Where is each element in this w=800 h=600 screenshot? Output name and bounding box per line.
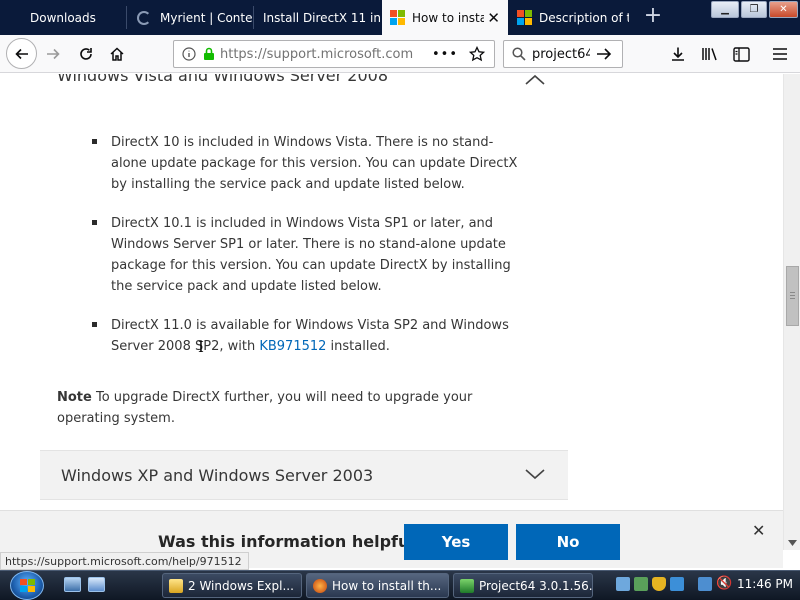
list-item-text: installed. xyxy=(326,339,390,354)
switch-windows-icon[interactable] xyxy=(88,577,105,592)
bookmark-star-icon xyxy=(469,46,486,62)
scroll-down-arrow-icon xyxy=(788,540,797,546)
scroll-thumb[interactable] xyxy=(786,266,799,326)
accordion-windows-xp[interactable]: Windows XP and Windows Server 2003 xyxy=(40,450,568,500)
page-content: Windows Vista and Windows Server 2008 Di… xyxy=(0,74,783,550)
close-feedback-icon[interactable]: ✕ xyxy=(752,521,765,540)
forward-arrow-icon xyxy=(47,48,60,60)
directx-bullet-list: DirectX 10 is included in Windows Vista.… xyxy=(90,132,520,357)
windows-logo-icon xyxy=(20,579,35,593)
library-icon xyxy=(702,48,717,61)
sidebar-icon xyxy=(732,46,750,62)
taskbar-project64[interactable]: Project64 3.0.1.56... xyxy=(453,573,593,598)
menu-button[interactable] xyxy=(765,39,795,69)
volume-muted-icon[interactable]: 🔇 xyxy=(716,577,732,591)
feedback-question: Was this information helpful? xyxy=(158,532,425,551)
minimize-button[interactable]: ▁ xyxy=(711,1,739,18)
show-desktop-icon[interactable] xyxy=(64,577,81,592)
back-arrow-icon xyxy=(14,48,28,59)
feedback-yes-button[interactable]: Yes xyxy=(404,524,508,560)
section-heading-xp[interactable]: Windows XP and Windows Server 2003 xyxy=(61,466,373,485)
folder-icon xyxy=(169,578,183,593)
search-go-arrow-icon xyxy=(597,48,612,60)
tab-how-to-install[interactable]: How to insta ✕ xyxy=(382,0,508,35)
note-paragraph: Note To upgrade DirectX further, you wil… xyxy=(57,387,537,429)
new-tab-button[interactable]: + xyxy=(640,4,666,30)
start-button[interactable] xyxy=(10,571,44,600)
tab-label: How to insta xyxy=(412,10,484,25)
search-icon xyxy=(512,47,526,61)
network-tray-icon[interactable] xyxy=(616,577,630,591)
vertical-scrollbar[interactable] xyxy=(783,74,800,550)
list-item: DirectX 10.1 is included in Windows Vist… xyxy=(90,213,520,297)
page-actions-icon[interactable]: ••• xyxy=(432,47,458,62)
note-label: Note xyxy=(57,390,92,405)
home-button[interactable] xyxy=(102,39,132,69)
forward-button[interactable] xyxy=(38,39,68,69)
network-status-icon[interactable] xyxy=(698,577,712,591)
chevron-down-icon[interactable] xyxy=(525,468,545,480)
tab-label: Myrient | Conte xyxy=(160,10,253,25)
section-heading-vista[interactable]: Windows Vista and Windows Server 2008 xyxy=(57,74,388,85)
taskbar-firefox[interactable]: How to install th... xyxy=(306,573,449,598)
tab-label: Description of th xyxy=(539,10,629,25)
hamburger-menu-icon xyxy=(773,48,787,60)
taskbar-clock[interactable]: 11:46 PM xyxy=(737,577,793,591)
library-button[interactable] xyxy=(695,39,725,69)
microsoft-logo-icon xyxy=(390,10,405,25)
home-icon xyxy=(110,47,124,61)
close-tab-icon[interactable]: ✕ xyxy=(487,9,500,27)
sidebar-button[interactable] xyxy=(726,39,756,69)
kb971512-link[interactable]: KB971512 xyxy=(259,339,326,354)
tab-myrient[interactable]: Myrient | Conte xyxy=(127,0,253,35)
list-item: DirectX 11.0 is available for Windows Vi… xyxy=(90,315,520,357)
taskbar-windows-explorer[interactable]: 2 Windows Expl... xyxy=(162,573,302,598)
site-favicon-icon xyxy=(137,10,151,25)
tab-downloads[interactable]: Downloads xyxy=(0,0,126,35)
url-bar[interactable]: https://support.microsoft.com ••• xyxy=(173,40,495,68)
task-label: How to install th... xyxy=(332,578,442,593)
search-input[interactable]: project64 xyxy=(532,47,590,62)
chevron-up-icon[interactable] xyxy=(525,74,545,86)
download-icon xyxy=(672,47,684,61)
status-link-preview: https://support.microsoft.com/help/97151… xyxy=(0,552,249,570)
microsoft-logo-icon xyxy=(517,10,532,25)
window-close-button[interactable]: ✕ xyxy=(769,1,798,18)
tray-app-icon[interactable] xyxy=(670,577,684,591)
tab-description[interactable]: Description of th xyxy=(509,0,635,35)
navigation-toolbar: https://support.microsoft.com ••• projec… xyxy=(0,35,800,73)
task-label: 2 Windows Expl... xyxy=(188,578,294,593)
tab-strip: Downloads Myrient | Conte Install Direct… xyxy=(0,0,800,35)
feedback-no-button[interactable]: No xyxy=(516,524,620,560)
tab-install-directx[interactable]: Install DirectX 11 in W xyxy=(254,0,382,35)
list-item: DirectX 10 is included in Windows Vista.… xyxy=(90,132,520,195)
maximize-button[interactable]: ❐ xyxy=(741,1,767,18)
downloads-button[interactable] xyxy=(663,39,693,69)
back-button[interactable] xyxy=(6,38,37,69)
lock-icon xyxy=(204,47,214,60)
task-label: Project64 3.0.1.56... xyxy=(479,578,593,593)
note-text: To upgrade DirectX further, you will nee… xyxy=(57,390,473,426)
search-bar[interactable]: project64 xyxy=(503,40,623,68)
text-cursor-icon: I xyxy=(198,338,204,356)
project64-icon xyxy=(460,578,474,593)
info-icon xyxy=(182,47,196,61)
reload-icon xyxy=(80,48,92,60)
tab-label: Downloads xyxy=(30,10,96,25)
security-shield-icon[interactable] xyxy=(652,577,666,591)
url-text[interactable]: https://support.microsoft.com xyxy=(220,47,422,62)
tray-app-icon[interactable] xyxy=(634,577,648,591)
reload-button[interactable] xyxy=(71,39,101,69)
tab-label: Install DirectX 11 in W xyxy=(263,10,382,25)
firefox-icon xyxy=(313,578,327,593)
